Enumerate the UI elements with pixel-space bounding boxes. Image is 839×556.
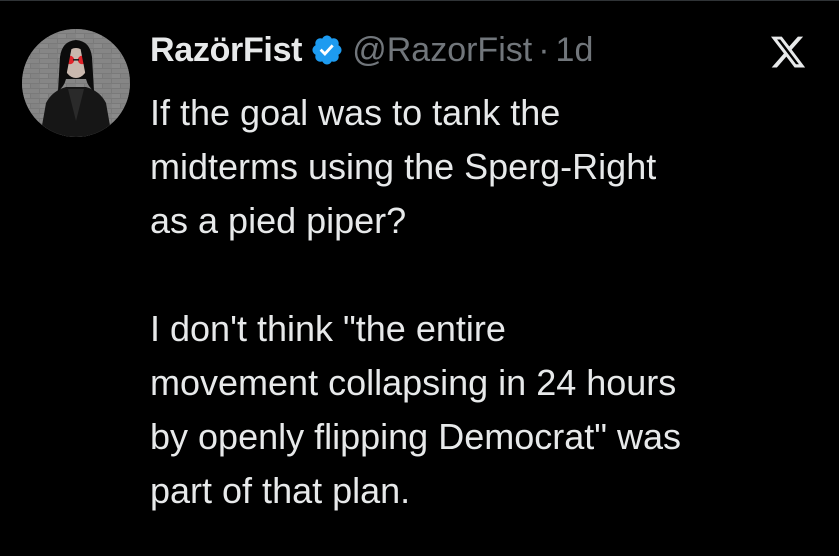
x-logo-icon[interactable] (768, 33, 808, 71)
display-name[interactable]: RazörFist (150, 31, 303, 70)
verified-badge-icon (310, 33, 344, 67)
top-divider (0, 0, 839, 1)
tweet-line: midterms using the Sperg-Right (150, 146, 657, 187)
avatar-image (22, 29, 130, 137)
tweet-line: part of that plan. (150, 470, 411, 511)
tweet-line: I don't think "the entire (150, 308, 506, 349)
tweet-line: by openly flipping Democrat" was (150, 416, 682, 457)
tweet-line: If the goal was to tank the (150, 92, 561, 133)
user-handle[interactable]: @RazorFist (352, 31, 532, 70)
timestamp[interactable]: 1d (556, 31, 594, 70)
tweet-line: movement collapsing in 24 hours (150, 362, 677, 403)
avatar[interactable] (22, 29, 130, 137)
tweet-header: RazörFist @RazorFist · 1d (150, 28, 593, 72)
separator-dot: · (538, 30, 550, 69)
tweet-text: If the goal was to tank the midterms usi… (150, 86, 820, 518)
tweet-line: as a pied piper? (150, 200, 407, 241)
